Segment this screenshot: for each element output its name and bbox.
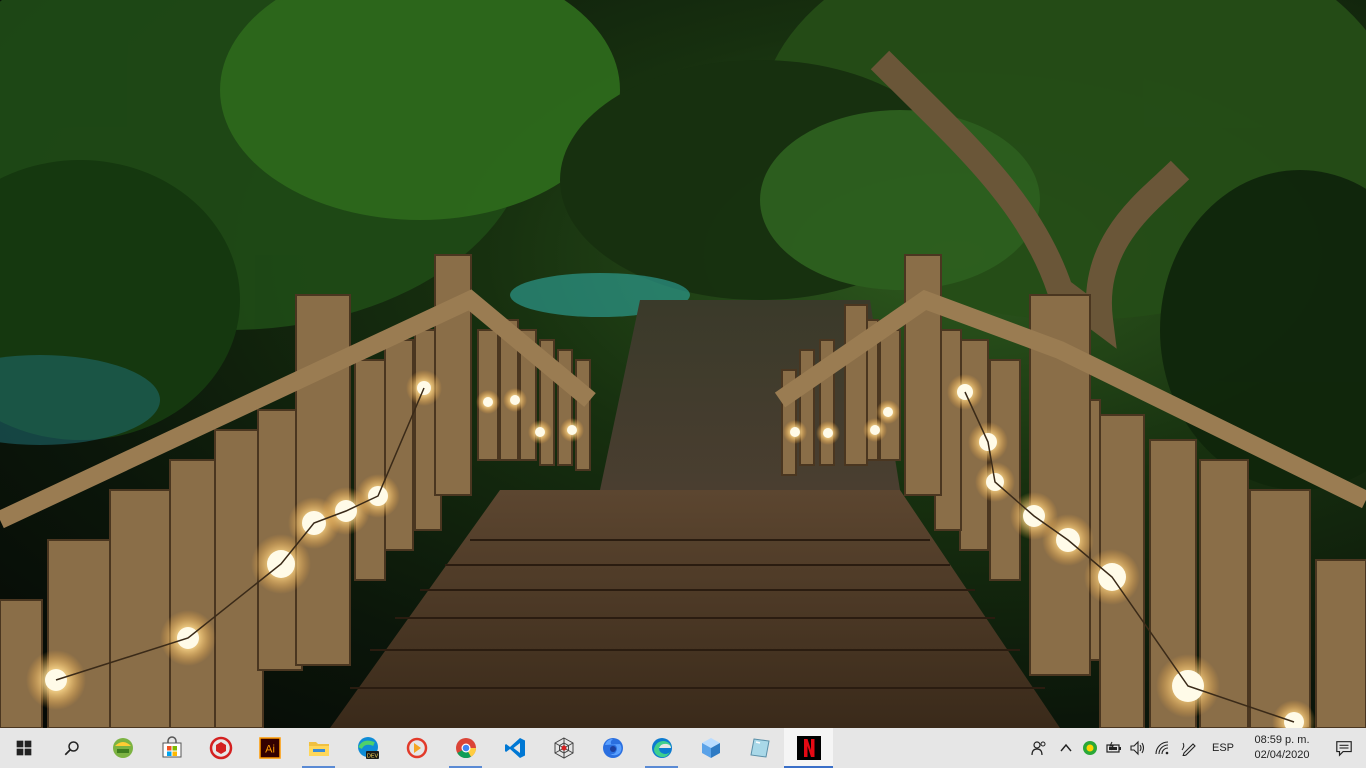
clock-date: 02/04/2020 (1254, 749, 1310, 761)
tray-network[interactable] (1150, 728, 1174, 768)
spider-web-app-icon (554, 737, 573, 759)
taskbar-file-explorer[interactable] (294, 728, 343, 768)
microsoft-edge-icon (651, 738, 672, 758)
pen-icon (1181, 742, 1196, 756)
desktop[interactable] (0, 0, 1366, 728)
red-hexagon-app-icon (209, 736, 232, 760)
svg-text:Ai: Ai (265, 744, 275, 756)
firefox-icon (602, 738, 623, 758)
clock[interactable]: 08:59 p. m. 02/04/2020 (1242, 733, 1322, 763)
glass-panel-app-icon (749, 738, 770, 758)
blue-cube-app-icon (701, 738, 720, 758)
taskbar-netflix[interactable] (784, 728, 833, 768)
action-center-button[interactable] (1322, 728, 1366, 768)
tray-volume[interactable] (1126, 728, 1150, 768)
tray-battery[interactable] (1102, 728, 1126, 768)
red-circle-app-icon (406, 737, 427, 759)
search-button[interactable] (48, 728, 96, 768)
tray-people[interactable] (1024, 728, 1054, 768)
start-button[interactable] (0, 728, 48, 768)
edge-dev-icon: DEV (357, 737, 379, 760)
chevron-up-icon (1060, 743, 1072, 752)
taskbar-red-hexagon-app[interactable] (196, 728, 245, 768)
tray-green-app[interactable] (1078, 728, 1102, 768)
clock-time: 08:59 p. m. (1254, 734, 1310, 746)
tray-pen[interactable] (1174, 728, 1204, 768)
taskbar-app-launcher-green[interactable] (98, 728, 147, 768)
windows-logo-icon (16, 740, 32, 756)
taskbar-adobe-illustrator[interactable]: Ai (245, 728, 294, 768)
taskbar-google-chrome[interactable] (441, 728, 490, 768)
action-center-icon (1336, 741, 1352, 757)
visual-studio-code-icon (504, 738, 525, 758)
taskbar-firefox[interactable] (588, 728, 637, 768)
battery-icon (1106, 741, 1121, 753)
tray-show-hidden[interactable] (1054, 728, 1078, 768)
adobe-illustrator-icon: Ai (258, 737, 281, 759)
taskbar-spider-web-app[interactable] (539, 728, 588, 768)
netflix-icon (796, 736, 821, 760)
wifi-icon (1155, 741, 1169, 755)
taskbar-red-circle-app[interactable] (392, 728, 441, 768)
taskbar-glass-panel-app[interactable] (735, 728, 784, 768)
taskbar: Ai DEV ESP 08:59 p. m. 02/04/2020 (0, 728, 1366, 768)
desktop-wallpaper (0, 0, 1366, 728)
google-chrome-icon (455, 738, 476, 759)
taskbar-edge-dev[interactable]: DEV (343, 728, 392, 768)
system-tray: ESP 08:59 p. m. 02/04/2020 (1024, 728, 1366, 768)
app-launcher-green-icon (112, 738, 133, 758)
taskbar-microsoft-edge[interactable] (637, 728, 686, 768)
taskbar-blue-cube-app[interactable] (686, 728, 735, 768)
volume-icon (1130, 740, 1145, 756)
svg-text:DEV: DEV (366, 754, 378, 760)
taskbar-microsoft-store[interactable] (147, 728, 196, 768)
green-circle-app-icon (1082, 741, 1097, 755)
input-language[interactable]: ESP (1204, 742, 1242, 754)
people-icon (1031, 741, 1046, 756)
taskbar-visual-studio-code[interactable] (490, 728, 539, 768)
microsoft-store-icon (162, 736, 181, 758)
search-icon (64, 741, 79, 756)
file-explorer-icon (308, 742, 329, 756)
